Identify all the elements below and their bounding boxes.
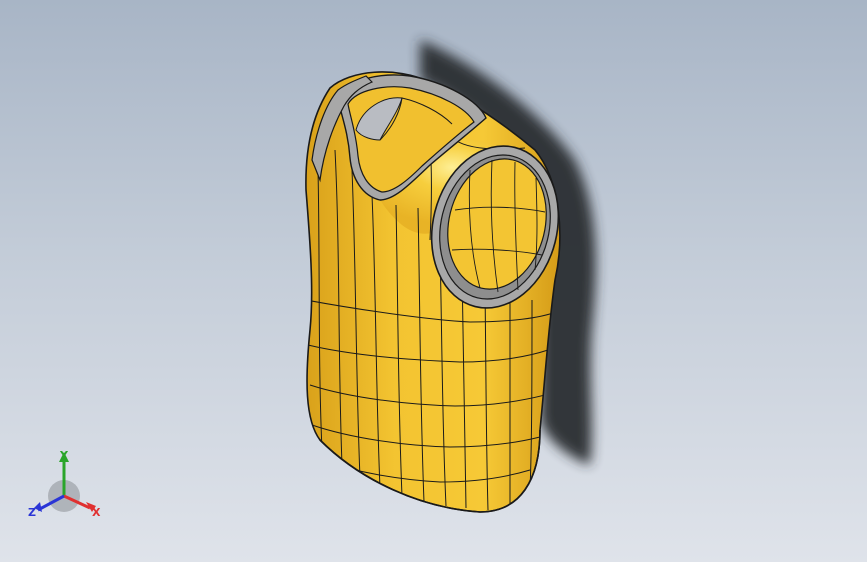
- z-axis-label: Z: [28, 506, 36, 519]
- x-axis-label: X: [92, 506, 101, 519]
- orientation-triad[interactable]: Y X Z: [26, 448, 106, 524]
- graphics-viewport[interactable]: Y X Z: [0, 0, 867, 562]
- model-scene[interactable]: [0, 0, 867, 562]
- y-axis-label: Y: [59, 449, 69, 462]
